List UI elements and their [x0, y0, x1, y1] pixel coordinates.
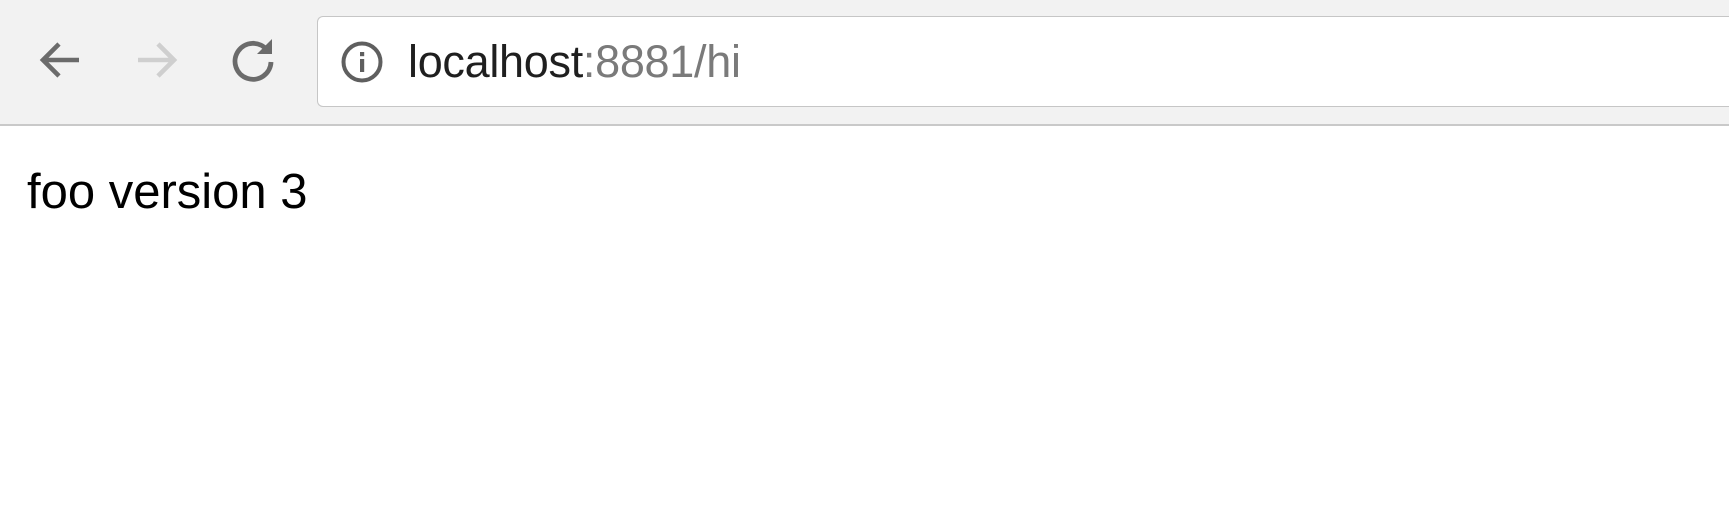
- reload-icon: [227, 34, 279, 86]
- forward-arrow-icon: [132, 35, 182, 85]
- url-text[interactable]: localhost:8881/hi: [408, 17, 741, 106]
- forward-button[interactable]: [127, 30, 187, 90]
- reload-button[interactable]: [223, 30, 283, 90]
- browser-toolbar: localhost:8881/hi: [0, 0, 1729, 126]
- url-host: localhost: [408, 36, 583, 87]
- info-icon[interactable]: [340, 40, 384, 84]
- page-body-text: foo version 3: [27, 165, 308, 219]
- back-button[interactable]: [30, 30, 90, 90]
- address-bar[interactable]: localhost:8881/hi: [317, 16, 1729, 107]
- back-arrow-icon: [35, 35, 85, 85]
- url-port-path: :8881/hi: [582, 36, 741, 87]
